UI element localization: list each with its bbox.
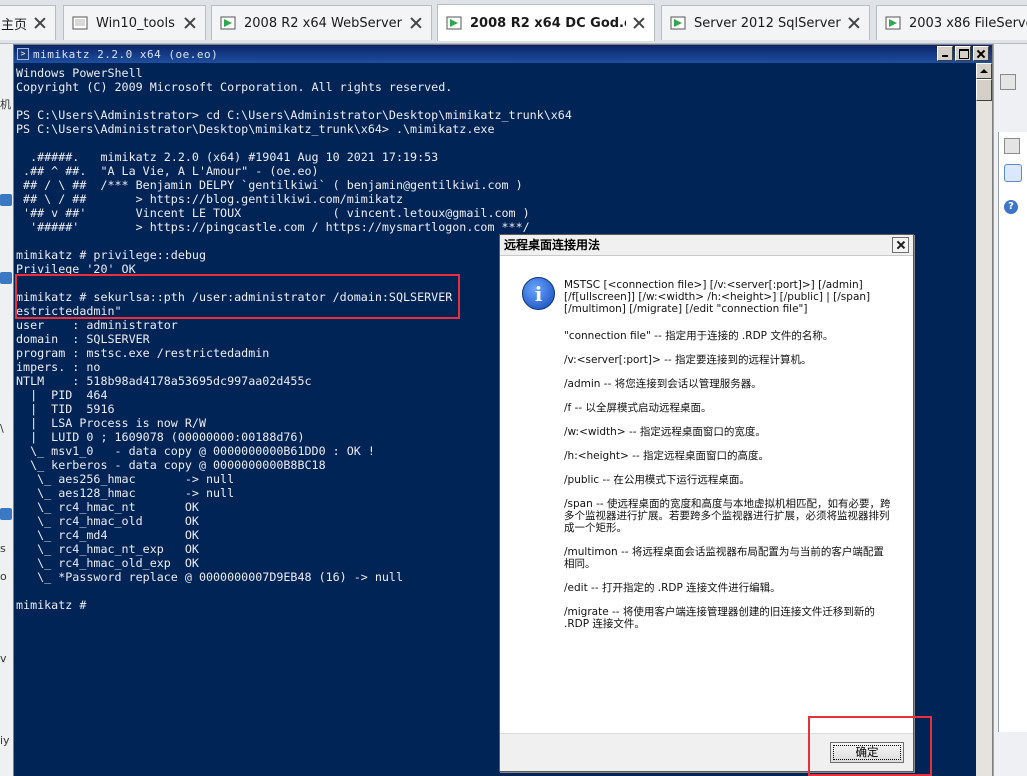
tab-home[interactable]: 主页 xyxy=(0,5,56,40)
vertical-scrollbar[interactable] xyxy=(976,63,992,776)
tab-2003-fileserver[interactable]: 2003 x86 FileServer xyxy=(876,5,1027,40)
command-highlight-box xyxy=(15,274,460,319)
desktop-icon-label: iy xyxy=(0,734,10,747)
scroll-thumb[interactable] xyxy=(976,79,992,101)
tab-label: 主页 xyxy=(1,17,27,33)
usage-line: /public -- 在公用模式下运行远程桌面。 xyxy=(564,474,750,486)
close-button[interactable] xyxy=(973,46,989,61)
vm-tab-icon xyxy=(72,16,88,30)
minimize-button[interactable] xyxy=(937,46,953,61)
close-icon[interactable] xyxy=(632,16,646,30)
tab-label: 2008 R2 x64 WebServer xyxy=(244,15,402,31)
window-control-button[interactable] xyxy=(1004,138,1020,154)
close-icon[interactable] xyxy=(33,16,47,30)
rdp-usage-dialog: 远程桌面连接用法 i MSTSC [<connection file>] [/v… xyxy=(499,234,914,772)
dialog-close-button[interactable] xyxy=(892,237,909,253)
close-icon[interactable] xyxy=(847,16,861,30)
window-title: mimikatz 2.2.0 x64 (oe.eo) xyxy=(33,47,219,61)
tab-win10-tools[interactable]: Win10_tools xyxy=(63,5,206,40)
tab-2008-webserver[interactable]: 2008 R2 x64 WebServer xyxy=(211,5,432,40)
maximize-button[interactable] xyxy=(955,46,971,61)
ok-button-highlight-box xyxy=(808,716,932,776)
window-control-button[interactable] xyxy=(1000,74,1016,90)
usage-line: /h:<height> -- 指定远程桌面窗口的高度。 xyxy=(564,450,770,462)
desktop-icon-label: v xyxy=(0,652,7,665)
search-icon[interactable] xyxy=(1004,164,1022,182)
close-icon[interactable] xyxy=(183,16,197,30)
usage-line: /w:<width> -- 指定远程桌面窗口的宽度。 xyxy=(564,426,766,438)
usage-line: /f -- 以全屏模式启动远程桌面。 xyxy=(564,402,712,414)
close-icon[interactable] xyxy=(409,16,423,30)
tab-label: 2008 R2 x64 DC God.org xyxy=(470,15,626,31)
vm-running-icon xyxy=(220,16,236,30)
window-controls xyxy=(935,46,989,61)
powershell-icon: > xyxy=(17,48,29,60)
desktop-icon-label: 机 xyxy=(0,98,11,111)
tab-2012-sqlserver[interactable]: Server 2012 SqlServer xyxy=(661,5,870,40)
usage-line: /migrate -- 将使用客户端连接管理器创建的旧连接文件迁移到新的 .RD… xyxy=(564,606,875,630)
usage-line: /multimon -- 将远程桌面会话监视器布局配置为与当前的客户端配置相同。 xyxy=(564,546,884,570)
vm-tab-bar: 主页 Win10_tools 2008 R2 x64 WebServer 200… xyxy=(0,0,1027,44)
desktop-shortcut-icon[interactable] xyxy=(0,272,12,284)
desktop-icon-label: \ xyxy=(0,422,4,435)
background-window-frame xyxy=(998,132,1027,732)
desktop-shortcut-icon[interactable] xyxy=(0,194,12,206)
usage-line: /admin -- 将您连接到会话以管理服务器。 xyxy=(564,378,762,390)
usage-line: /v:<server[:port]> -- 指定要连接到的远程计算机。 xyxy=(564,354,812,366)
background-window-right: ? xyxy=(993,44,1027,776)
info-icon: i xyxy=(522,277,555,310)
usage-line: "connection file" -- 指定用于连接的 .RDP 文件的名称。 xyxy=(564,330,834,342)
desktop-icon-label: o xyxy=(0,570,7,583)
tab-label: 2003 x86 FileServer xyxy=(909,15,1027,31)
tab-2008-dc-god[interactable]: 2008 R2 x64 DC God.org xyxy=(437,4,655,41)
scroll-up-button[interactable] xyxy=(976,63,992,79)
usage-line: /span -- 使远程桌面的宽度和高度与本地虚拟机相匹配，如有必要，跨多个监视… xyxy=(564,498,891,534)
vm-running-icon xyxy=(670,16,686,30)
vm-running-icon xyxy=(885,16,901,30)
background-desktop-left: 机 \ s o v iy xyxy=(0,44,13,776)
help-icon[interactable]: ? xyxy=(1004,200,1018,214)
desktop-shortcut-icon[interactable] xyxy=(0,508,12,520)
powershell-titlebar[interactable]: > mimikatz 2.2.0 x64 (oe.eo) xyxy=(14,45,992,63)
desktop-icon-label: s xyxy=(0,542,6,555)
tab-label: Win10_tools xyxy=(96,15,175,31)
dialog-message: MSTSC [<connection file>] [/v:<server[:p… xyxy=(564,279,894,630)
usage-line: /edit -- 打开指定的 .RDP 连接文件进行编辑。 xyxy=(564,582,781,594)
tab-label: Server 2012 SqlServer xyxy=(694,15,841,31)
dialog-title[interactable]: 远程桌面连接用法 xyxy=(500,235,913,256)
usage-syntax: MSTSC [<connection file>] [/v:<server[:p… xyxy=(564,279,871,315)
vm-running-icon xyxy=(446,16,462,30)
